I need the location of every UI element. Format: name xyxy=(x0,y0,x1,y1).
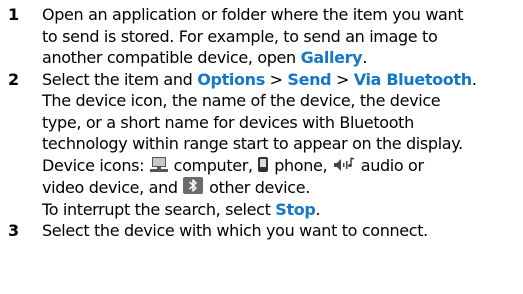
step-number: 1 xyxy=(8,5,19,24)
step-text: Select the device with which you want to… xyxy=(42,221,428,240)
step-number: 2 xyxy=(8,69,19,89)
step-text: Device icons: xyxy=(42,155,149,175)
step-text: to send is stored. For example, to send … xyxy=(42,26,438,46)
keyword-via-bluetooth: Via Bluetooth xyxy=(353,69,472,89)
step-text: . xyxy=(471,69,477,89)
keyword-stop: Stop xyxy=(275,199,316,219)
step-2-line-3: type, or a short name for devices with B… xyxy=(42,112,522,134)
step-text: To interrupt the search, select xyxy=(42,199,276,219)
step-1: 1 Open an application or folder where th… xyxy=(8,4,523,69)
keyword-options: Options xyxy=(197,69,265,89)
step-text: technology within range start to appear … xyxy=(42,134,463,153)
step-1-line-3: another compatible device, open Gallery. xyxy=(42,47,522,69)
instruction-document: 1 Open an application or folder where th… xyxy=(0,0,523,294)
step-body: Select the device with which you want to… xyxy=(42,220,522,242)
menu-separator: > xyxy=(264,69,288,89)
step-body: Open an application or folder where the … xyxy=(42,4,522,69)
step-1-line-2: to send is stored. For example, to send … xyxy=(42,26,522,48)
bluetooth-icon xyxy=(182,176,204,195)
step-number: 3 xyxy=(8,221,19,240)
step-1-line-1: Open an application or folder where the … xyxy=(42,4,522,26)
audio-video-icon xyxy=(332,156,356,173)
step-text: phone, xyxy=(269,155,332,175)
step-3-line-1: Select the device with which you want to… xyxy=(42,220,522,242)
step-text: another compatible device, open xyxy=(42,48,301,67)
step-text: Open an application or folder where the … xyxy=(42,5,464,24)
step-text: audio or xyxy=(356,155,424,175)
step-body: Select the item and Options > Send > Via… xyxy=(42,69,522,221)
step-text: other device. xyxy=(204,178,310,197)
step-text: computer, xyxy=(168,155,258,175)
step-2-line-7: To interrupt the search, select Stop. xyxy=(42,199,522,221)
step-3: 3 Select the device with which you want … xyxy=(8,220,523,242)
step-text: The device icon, the name of the device,… xyxy=(42,91,441,110)
menu-separator: > xyxy=(331,69,354,89)
keyword-gallery: Gallery xyxy=(300,48,363,67)
phone-icon xyxy=(257,156,269,173)
computer-icon xyxy=(149,156,169,173)
step-text: Select the item and xyxy=(42,69,198,89)
step-text: . xyxy=(315,199,321,219)
keyword-send: Send xyxy=(287,69,332,89)
step-text: type, or a short name for devices with B… xyxy=(42,112,414,132)
step-2: 2 Select the item and Options > Send > V… xyxy=(8,69,523,221)
step-text: . xyxy=(362,48,367,67)
step-2-line-2: The device icon, the name of the device,… xyxy=(42,90,522,112)
step-2-line-4: technology within range start to appear … xyxy=(42,133,522,155)
step-text: video device, and xyxy=(42,178,183,197)
step-2-line-1: Select the item and Options > Send > Via… xyxy=(42,69,522,91)
step-2-line-5: Device icons: computer, phone, audio or xyxy=(42,155,522,177)
step-2-line-6: video device, and other device. xyxy=(42,176,522,199)
